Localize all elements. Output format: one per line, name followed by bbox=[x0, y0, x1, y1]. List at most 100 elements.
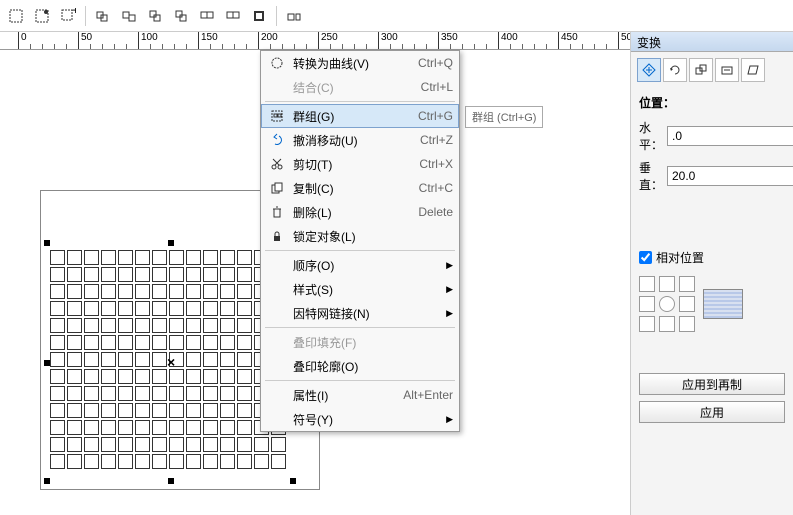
grid-cell[interactable] bbox=[220, 335, 235, 350]
menu-item[interactable]: 因特网链接(N)▶ bbox=[261, 301, 459, 325]
grid-cell[interactable] bbox=[237, 437, 252, 452]
grid-cell[interactable] bbox=[203, 369, 218, 384]
menu-item[interactable]: 叠印轮廓(O) bbox=[261, 354, 459, 378]
menu-item[interactable]: 群组(G)Ctrl+G bbox=[261, 104, 459, 128]
grid-cell[interactable] bbox=[50, 318, 65, 333]
grid-cell[interactable] bbox=[203, 352, 218, 367]
grid-cell[interactable] bbox=[186, 454, 201, 469]
grid-cell[interactable] bbox=[50, 250, 65, 265]
grid-cell[interactable] bbox=[271, 437, 286, 452]
grid-cell[interactable] bbox=[254, 437, 269, 452]
apply-to-duplicate-button[interactable]: 应用到再制 bbox=[639, 373, 785, 395]
grid-cell[interactable] bbox=[67, 437, 82, 452]
grid-cell[interactable] bbox=[84, 420, 99, 435]
grid-cell[interactable] bbox=[135, 318, 150, 333]
selection-handle-w[interactable] bbox=[44, 360, 50, 366]
grid-cell[interactable] bbox=[50, 267, 65, 282]
grid-cell[interactable] bbox=[135, 437, 150, 452]
grid-cell[interactable] bbox=[84, 301, 99, 316]
grid-cell[interactable] bbox=[152, 420, 167, 435]
horizontal-input[interactable] bbox=[667, 126, 793, 146]
grid-cell[interactable] bbox=[152, 352, 167, 367]
grid-cell[interactable] bbox=[237, 420, 252, 435]
grid-cell[interactable] bbox=[84, 284, 99, 299]
grid-cell[interactable] bbox=[101, 369, 116, 384]
grid-cell[interactable] bbox=[84, 267, 99, 282]
tool-select-dashed[interactable] bbox=[4, 4, 28, 28]
menu-item[interactable]: 删除(L)Delete bbox=[261, 200, 459, 224]
grid-cell[interactable] bbox=[237, 301, 252, 316]
vertical-input[interactable] bbox=[667, 166, 793, 186]
selection-handle-n[interactable] bbox=[168, 240, 174, 246]
menu-item[interactable]: 符号(Y)▶ bbox=[261, 407, 459, 431]
grid-cell[interactable] bbox=[101, 267, 116, 282]
grid-cell[interactable] bbox=[50, 335, 65, 350]
ref-sw[interactable] bbox=[639, 316, 655, 332]
grid-cell[interactable] bbox=[186, 420, 201, 435]
grid-cell[interactable] bbox=[169, 318, 184, 333]
menu-item[interactable]: 顺序(O)▶ bbox=[261, 253, 459, 277]
grid-cell[interactable] bbox=[50, 301, 65, 316]
grid-cell[interactable] bbox=[152, 386, 167, 401]
grid-cell[interactable] bbox=[186, 386, 201, 401]
tool-align-2[interactable] bbox=[117, 4, 141, 28]
grid-cell[interactable] bbox=[50, 437, 65, 452]
grid-cell[interactable] bbox=[50, 403, 65, 418]
grid-cell[interactable] bbox=[169, 437, 184, 452]
grid-cell[interactable] bbox=[135, 420, 150, 435]
grid-cell[interactable] bbox=[135, 352, 150, 367]
grid-cell[interactable] bbox=[220, 284, 235, 299]
grid-cell[interactable] bbox=[203, 386, 218, 401]
grid-cell[interactable] bbox=[237, 250, 252, 265]
tab-rotate[interactable] bbox=[663, 58, 687, 82]
grid-cell[interactable] bbox=[237, 386, 252, 401]
grid-cell[interactable] bbox=[237, 335, 252, 350]
grid-cell[interactable] bbox=[50, 420, 65, 435]
grid-cell[interactable] bbox=[67, 454, 82, 469]
grid-cell[interactable] bbox=[50, 284, 65, 299]
grid-cell[interactable] bbox=[101, 437, 116, 452]
grid-cell[interactable] bbox=[203, 437, 218, 452]
grid-cell[interactable] bbox=[203, 301, 218, 316]
grid-cell[interactable] bbox=[220, 301, 235, 316]
grid-cell[interactable] bbox=[118, 437, 133, 452]
grid-cell[interactable] bbox=[237, 284, 252, 299]
menu-item[interactable]: 转换为曲线(V)Ctrl+Q bbox=[261, 51, 459, 75]
grid-cell[interactable] bbox=[186, 335, 201, 350]
grid-cell[interactable] bbox=[203, 403, 218, 418]
grid-cell[interactable] bbox=[169, 250, 184, 265]
grid-cell[interactable] bbox=[101, 335, 116, 350]
tool-align-7[interactable] bbox=[247, 4, 271, 28]
menu-item[interactable]: 属性(I)Alt+Enter bbox=[261, 383, 459, 407]
grid-cell[interactable] bbox=[118, 301, 133, 316]
grid-cell[interactable] bbox=[135, 369, 150, 384]
grid-cell[interactable] bbox=[169, 454, 184, 469]
grid-cell[interactable] bbox=[271, 454, 286, 469]
tool-align-6[interactable] bbox=[221, 4, 245, 28]
grid-cell[interactable] bbox=[169, 369, 184, 384]
selection-handle-sw[interactable] bbox=[44, 478, 50, 484]
grid-cell[interactable] bbox=[203, 454, 218, 469]
selection-handle-s[interactable] bbox=[168, 478, 174, 484]
menu-item[interactable]: 剪切(T)Ctrl+X bbox=[261, 152, 459, 176]
selection-handle-nw[interactable] bbox=[44, 240, 50, 246]
grid-cell[interactable] bbox=[186, 267, 201, 282]
tool-align-5[interactable] bbox=[195, 4, 219, 28]
grid-cell[interactable] bbox=[101, 352, 116, 367]
grid-cell[interactable] bbox=[84, 335, 99, 350]
grid-cell[interactable] bbox=[220, 318, 235, 333]
grid-cell[interactable] bbox=[152, 284, 167, 299]
grid-cell[interactable] bbox=[50, 454, 65, 469]
tool-align-4[interactable] bbox=[169, 4, 193, 28]
grid-cell[interactable] bbox=[203, 267, 218, 282]
grid-cell[interactable] bbox=[118, 420, 133, 435]
grid-cell[interactable] bbox=[135, 454, 150, 469]
grid-cell[interactable] bbox=[84, 250, 99, 265]
grid-cell[interactable] bbox=[186, 403, 201, 418]
tool-select-solid[interactable] bbox=[30, 4, 54, 28]
grid-cell[interactable] bbox=[67, 420, 82, 435]
grid-cell[interactable] bbox=[169, 284, 184, 299]
grid-cell[interactable] bbox=[135, 284, 150, 299]
grid-cell[interactable] bbox=[50, 386, 65, 401]
grid-cell[interactable] bbox=[237, 318, 252, 333]
